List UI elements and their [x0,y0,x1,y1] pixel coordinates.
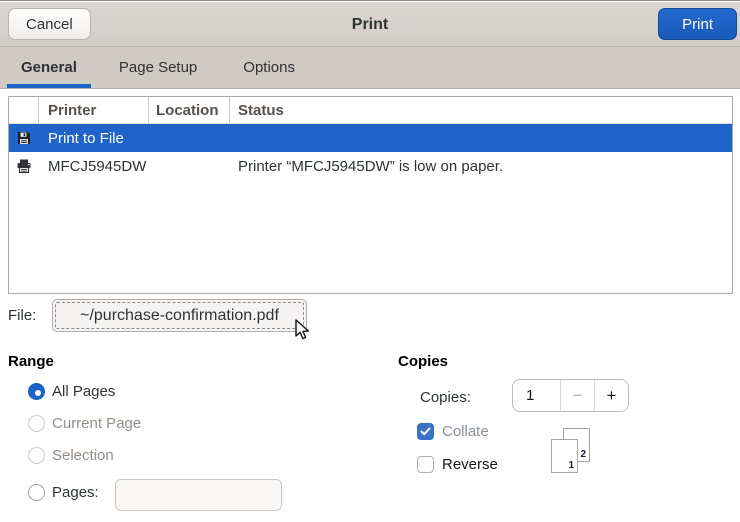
copies-spinbutton: 1 − + [512,379,629,412]
column-printer[interactable]: Printer [39,97,149,123]
tab-page-setup[interactable]: Page Setup [105,47,211,88]
print-to-file-icon [9,124,39,152]
tab-general[interactable]: General [7,47,91,88]
copies-section-title: Copies [398,353,449,370]
row-status [230,124,732,152]
print-dialog: Cancel Print Print General Page Setup Op… [0,0,740,522]
cancel-button[interactable]: Cancel [8,8,91,40]
printer-table: Printer Location Status Print to File MF… [8,96,733,294]
radio-selection-label: Selection [52,447,114,464]
row-printer-name: MFCJ5945DW [48,157,147,175]
column-status[interactable]: Status [230,97,732,123]
radio-row-all-pages: All Pages [28,383,115,400]
radio-row-pages: Pages: [28,484,99,501]
collate-checkbox [417,423,434,440]
row-status: Printer “MFCJ5945DW” is low on paper. [238,157,504,175]
copies-increase-button[interactable]: + [595,380,628,411]
radio-current-page-label: Current Page [52,415,142,432]
radio-pages-label[interactable]: Pages: [52,484,99,501]
collate-preview-icon: 2 1 [548,426,596,476]
radio-pages[interactable] [28,484,45,501]
table-row-mfcj5945dw[interactable]: MFCJ5945DW Printer “MFCJ5945DW” is low o… [9,152,732,180]
printer-table-header: Printer Location Status [9,97,732,124]
file-name-button[interactable]: ~/purchase-confirmation.pdf [52,299,307,332]
header-bar: Cancel Print Print [0,2,740,47]
check-icon [420,427,431,436]
reverse-label[interactable]: Reverse [442,456,498,473]
column-icon [9,97,39,123]
radio-all-pages[interactable] [28,383,45,400]
radio-selection [28,447,45,464]
copies-value[interactable]: 1 [513,380,561,411]
collate-row: Collate [417,423,489,440]
table-row-print-to-file[interactable]: Print to File [9,124,732,152]
radio-current-page [28,415,45,432]
range-section-title: Range [8,353,54,370]
printer-icon [9,152,39,180]
file-label: File: [8,307,37,324]
radio-row-selection: Selection [28,447,114,464]
reverse-checkbox[interactable] [417,456,434,473]
tab-bar: General Page Setup Options [0,47,740,89]
column-location[interactable]: Location [149,97,230,123]
dialog-title: Print [351,15,389,33]
pages-range-input[interactable] [115,479,282,511]
radio-all-pages-label[interactable]: All Pages [52,383,115,400]
copies-count-label: Copies: [420,389,471,406]
tab-options[interactable]: Options [229,47,309,88]
print-button[interactable]: Print [658,8,737,40]
row-location [149,124,230,152]
radio-row-current-page: Current Page [28,415,141,432]
collate-label: Collate [442,423,489,440]
reverse-row: Reverse [417,456,498,473]
row-printer-name: Print to File [48,129,124,147]
collate-page-1: 1 [551,439,578,473]
copies-decrease-button: − [561,380,595,411]
row-location [149,152,230,180]
